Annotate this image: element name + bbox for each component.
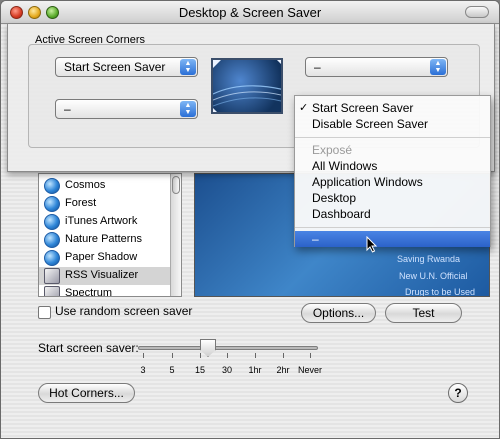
preview-headline: Saving Rwanda	[397, 254, 461, 264]
menu-item-label: All Windows	[312, 159, 378, 173]
list-item-label: Nature Patterns	[65, 233, 143, 245]
random-screensaver-label: Use random screen saver	[55, 304, 193, 318]
menu-item-all-windows[interactable]: All Windows	[295, 158, 490, 174]
menu-item-start-screen-saver[interactable]: ✓ Start Screen Saver	[295, 100, 490, 116]
slider-tick-label: 1hr	[248, 365, 262, 375]
slider-tick-label: 30	[221, 365, 232, 375]
slider-tick	[143, 353, 144, 358]
screensaver-icon	[44, 214, 60, 230]
slider-knob[interactable]	[200, 339, 216, 357]
popup-value: Start Screen Saver	[64, 60, 166, 74]
screen-thumbnail	[211, 58, 283, 114]
list-item-label: iTunes Artwork	[65, 215, 138, 227]
toolbar-toggle-button[interactable]	[465, 6, 489, 18]
spectrum-icon	[44, 286, 60, 296]
list-item[interactable]: Paper Shadow	[39, 249, 171, 267]
checkmark-icon: ✓	[299, 102, 309, 114]
list-item[interactable]: Spectrum	[39, 285, 171, 297]
menu-item-label: –	[312, 232, 319, 246]
slider-tick	[283, 353, 284, 358]
slider-tick	[200, 353, 201, 358]
title-bar: Desktop & Screen Saver	[1, 1, 499, 24]
menu-item-desktop[interactable]: Desktop	[295, 190, 490, 206]
test-button[interactable]: Test	[385, 303, 462, 323]
system-preferences-window: Desktop & Screen Saver Cosmos Forest iTu…	[0, 0, 500, 439]
rss-visualizer-icon	[44, 268, 60, 284]
slider-tick-label: 2hr	[276, 365, 290, 375]
slider-tick	[255, 353, 256, 358]
mouse-pointer-icon	[366, 236, 378, 253]
preview-headline: Drugs to be Used	[405, 287, 476, 297]
top-left-corner-popup[interactable]: Start Screen Saver ▲ ▼	[55, 57, 198, 77]
menu-item-dashboard[interactable]: Dashboard	[295, 206, 490, 222]
list-item[interactable]: Nature Patterns	[39, 231, 171, 249]
slider-tick-label: Never	[297, 365, 322, 375]
slider-tick	[227, 353, 228, 358]
start-screensaver-label: Start screen saver:	[38, 341, 139, 355]
list-item-label: Forest	[65, 197, 97, 209]
help-button[interactable]: ?	[448, 383, 468, 403]
swirl-wallpaper-icon	[213, 60, 281, 112]
popup-arrows-icon: ▲ ▼	[180, 101, 196, 117]
group-title: Active Screen Corners	[35, 34, 146, 46]
menu-section-expose: Exposé	[295, 142, 490, 158]
list-item-label: Spectrum	[65, 287, 113, 297]
preview-headline: New U.N. Official	[399, 271, 468, 281]
list-item[interactable]: Cosmos	[39, 177, 171, 195]
list-scrollbar[interactable]	[170, 174, 181, 296]
random-screensaver-checkbox[interactable]	[38, 306, 51, 319]
bottom-left-corner-popup[interactable]: – ▲ ▼	[55, 99, 198, 119]
options-button[interactable]: Options...	[301, 303, 376, 323]
menu-item-label: Disable Screen Saver	[312, 117, 429, 131]
menu-item-label: Application Windows	[312, 175, 423, 189]
list-item-label: RSS Visualizer	[65, 269, 139, 281]
list-item[interactable]: iTunes Artwork	[39, 213, 171, 231]
screensaver-list[interactable]: Cosmos Forest iTunes Artwork Nature Patt…	[38, 173, 182, 297]
popup-value: –	[314, 60, 321, 74]
menu-separator	[295, 137, 490, 138]
list-item-selected[interactable]: RSS Visualizer	[39, 267, 171, 285]
menu-separator	[295, 227, 490, 228]
menu-item-label: Start Screen Saver	[312, 101, 414, 115]
menu-item-label: Exposé	[312, 143, 353, 157]
list-item[interactable]: Forest	[39, 195, 171, 213]
menu-item-disable-screen-saver[interactable]: Disable Screen Saver	[295, 116, 490, 132]
screensaver-icon	[44, 232, 60, 248]
popup-arrows-icon: ▲ ▼	[430, 59, 446, 75]
menu-item-none[interactable]: –	[295, 231, 490, 247]
menu-item-label: Dashboard	[312, 207, 371, 221]
top-right-corner-popup[interactable]: – ▲ ▼	[305, 57, 448, 77]
popup-value: –	[64, 102, 71, 116]
screensaver-icon	[44, 178, 60, 194]
slider-tick	[310, 353, 311, 358]
list-scroll-thumb[interactable]	[172, 176, 180, 194]
start-screensaver-slider[interactable]	[138, 346, 318, 350]
screensaver-icon	[44, 250, 60, 266]
slider-tick-label: 5	[169, 365, 175, 375]
popup-arrows-icon: ▲ ▼	[180, 59, 196, 75]
list-item-label: Cosmos	[65, 179, 106, 191]
list-item-label: Paper Shadow	[65, 251, 138, 263]
screensaver-icon	[44, 196, 60, 212]
slider-tick-label: 15	[194, 365, 205, 375]
hot-corners-button[interactable]: Hot Corners...	[38, 383, 135, 403]
corner-action-menu[interactable]: ✓ Start Screen Saver Disable Screen Save…	[294, 95, 491, 247]
menu-item-label: Desktop	[312, 191, 357, 205]
window-title: Desktop & Screen Saver	[178, 5, 322, 20]
menu-item-application-windows[interactable]: Application Windows	[295, 174, 490, 190]
slider-tick	[172, 353, 173, 358]
slider-tick-label: 3	[140, 365, 146, 375]
